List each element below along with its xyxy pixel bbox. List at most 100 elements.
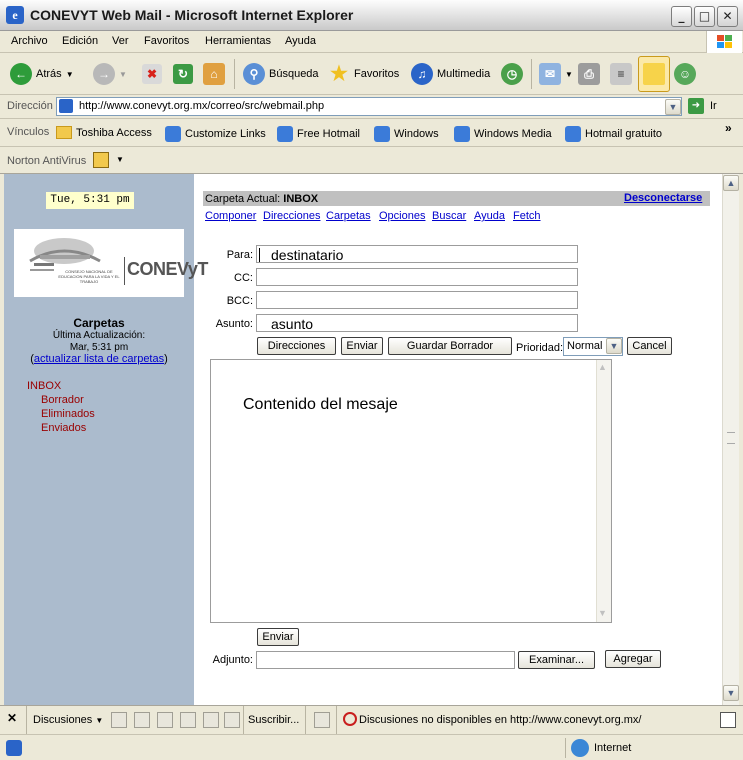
stop-button[interactable]: ✖ [142, 61, 162, 87]
address-dropdown-button[interactable]: ▼ [665, 99, 681, 115]
discussions-menu[interactable]: Discusiones ▼ [33, 714, 103, 726]
links-overflow-icon[interactable]: » [725, 121, 732, 135]
history-button[interactable]: ◷ [501, 61, 523, 87]
refresh-folders: (actualizar lista de carpetas) [30, 353, 168, 365]
addresses-button[interactable]: Direcciones [257, 337, 336, 355]
address-label: Dirección [7, 100, 53, 112]
forward-button[interactable]: → ▼ [93, 61, 127, 87]
logout-link[interactable]: Desconectarse [624, 192, 702, 204]
link-toshiba-access[interactable]: Toshiba Access [56, 126, 152, 139]
search-button[interactable]: ⚲ Búsqueda [243, 61, 319, 87]
refresh-folders-link[interactable]: actualizar lista de carpetas [34, 353, 164, 365]
link-free-hotmail[interactable]: Free Hotmail [277, 126, 360, 142]
favorites-button[interactable]: ★ Favoritos [328, 61, 399, 87]
new-discussion-icon[interactable] [111, 712, 127, 728]
globe-icon [571, 739, 589, 757]
close-discussions-icon[interactable]: ✕ [7, 711, 17, 725]
bcc-field[interactable] [256, 291, 578, 309]
scroll-up-icon[interactable]: ▲ [723, 175, 739, 191]
mail-button[interactable]: ✉ ▼ [539, 61, 573, 87]
menu-favoritos[interactable]: Favoritos [144, 35, 189, 47]
folder-borrador[interactable]: Borrador [41, 394, 84, 406]
address-input[interactable]: http://www.conevyt.org.mx/correo/src/web… [56, 97, 682, 116]
message-body[interactable]: Contenido del mesaje ▲ ▼ [210, 359, 612, 623]
edit-button[interactable]: ≡ [610, 61, 632, 87]
nav-buscar[interactable]: Buscar [432, 210, 466, 222]
current-folder: Carpeta Actual: INBOX [205, 193, 319, 205]
browse-button[interactable]: Examinar... [518, 651, 595, 669]
multimedia-button[interactable]: ♫ Multimedia [411, 61, 490, 87]
edit-discussion-icon[interactable] [203, 712, 219, 728]
link-windows-media[interactable]: Windows Media [454, 126, 552, 142]
subscribe-button[interactable]: Suscribir... [248, 714, 299, 726]
home-icon: ⌂ [203, 63, 225, 85]
to-label: Para: [226, 249, 253, 261]
delete-discussion-icon[interactable] [224, 712, 240, 728]
link-hotmail-gratuito[interactable]: Hotmail gratuito [565, 126, 662, 142]
norton-bar: Norton AntiVirus ▼ [0, 147, 743, 174]
norton-label: Norton AntiVirus [7, 155, 87, 167]
nav-carpetas[interactable]: Carpetas [326, 210, 371, 222]
attach-field[interactable] [256, 651, 515, 669]
windows-flag-icon [717, 35, 732, 48]
discussions-bar: ✕ Discusiones ▼ Suscribir... Discusiones… [0, 705, 743, 734]
minimize-button[interactable]: _ [671, 6, 692, 27]
send-button[interactable]: Enviar [341, 337, 383, 355]
expand-icon[interactable] [157, 712, 173, 728]
norton-icon[interactable] [93, 152, 109, 168]
collapse-icon[interactable] [180, 712, 196, 728]
nav-direcciones[interactable]: Direcciones [263, 210, 320, 222]
reply-icon[interactable] [134, 712, 150, 728]
print-button[interactable]: ⎙ [578, 61, 600, 87]
to-field[interactable]: destinatario [256, 245, 578, 263]
bcc-label: BCC: [226, 295, 253, 307]
page-status-icon [6, 740, 22, 756]
discuss-button[interactable] [638, 56, 670, 92]
no-entry-icon [343, 712, 357, 726]
go-arrow-icon[interactable]: ➜ [688, 98, 704, 114]
nav-opciones[interactable]: Opciones [379, 210, 425, 222]
discussion-pane-icon[interactable] [314, 712, 330, 728]
page-icon [59, 99, 73, 113]
toolbar: ← Atrás ▼ → ▼ ✖ ↻ ⌂ ⚲ Búsqueda ★ Favorit… [0, 53, 743, 95]
go-button[interactable]: Ir [710, 100, 717, 112]
nav-fetch[interactable]: Fetch [513, 210, 541, 222]
link-windows[interactable]: Windows [374, 126, 439, 142]
toolbar-separator [234, 59, 235, 89]
add-attachment-button[interactable]: Agregar [605, 650, 661, 668]
discussions-options-icon[interactable] [720, 712, 736, 728]
menu-edicion[interactable]: Edición [62, 35, 98, 47]
folders-title: Carpetas [73, 316, 125, 330]
subject-field[interactable]: asunto [256, 314, 578, 332]
page-scrollbar[interactable]: ▲ ▼ [722, 174, 739, 705]
chevron-down-icon[interactable]: ▼ [116, 155, 124, 164]
windows-logo [706, 31, 742, 53]
back-button[interactable]: ← Atrás ▼ [10, 61, 74, 87]
messenger-button[interactable]: ☺ [674, 61, 696, 87]
mail-icon: ✉ [539, 63, 561, 85]
nav-ayuda[interactable]: Ayuda [474, 210, 505, 222]
maximize-button[interactable]: □ [694, 6, 715, 27]
save-draft-button[interactable]: Guardar Borrador [388, 337, 512, 355]
refresh-button[interactable]: ↻ [173, 61, 193, 87]
folder-eliminados[interactable]: Eliminados [41, 408, 95, 420]
cc-field[interactable] [256, 268, 578, 286]
cancel-button[interactable]: Cancel [627, 337, 672, 355]
menu-ver[interactable]: Ver [112, 35, 129, 47]
nav-componer[interactable]: Componer [205, 210, 256, 222]
link-customize-links[interactable]: Customize Links [165, 126, 266, 142]
scroll-up-icon: ▲ [598, 362, 607, 372]
send-button-bottom[interactable]: Enviar [257, 628, 299, 646]
scroll-down-icon[interactable]: ▼ [723, 685, 739, 701]
menu-ayuda[interactable]: Ayuda [285, 35, 316, 47]
body-scrollbar[interactable]: ▲ ▼ [596, 360, 611, 622]
priority-select[interactable]: Normal ▼ [563, 337, 623, 356]
menu-herramientas[interactable]: Herramientas [205, 35, 271, 47]
folder-enviados[interactable]: Enviados [41, 422, 86, 434]
close-button[interactable]: ✕ [717, 6, 738, 27]
address-bar: Dirección http://www.conevyt.org.mx/corr… [0, 95, 743, 119]
menu-archivo[interactable]: Archivo [11, 35, 48, 47]
home-button[interactable]: ⌂ [203, 61, 225, 87]
folder-inbox[interactable]: INBOX [27, 380, 61, 392]
title-bar: e CONEVYT Web Mail - Microsoft Internet … [0, 0, 743, 31]
